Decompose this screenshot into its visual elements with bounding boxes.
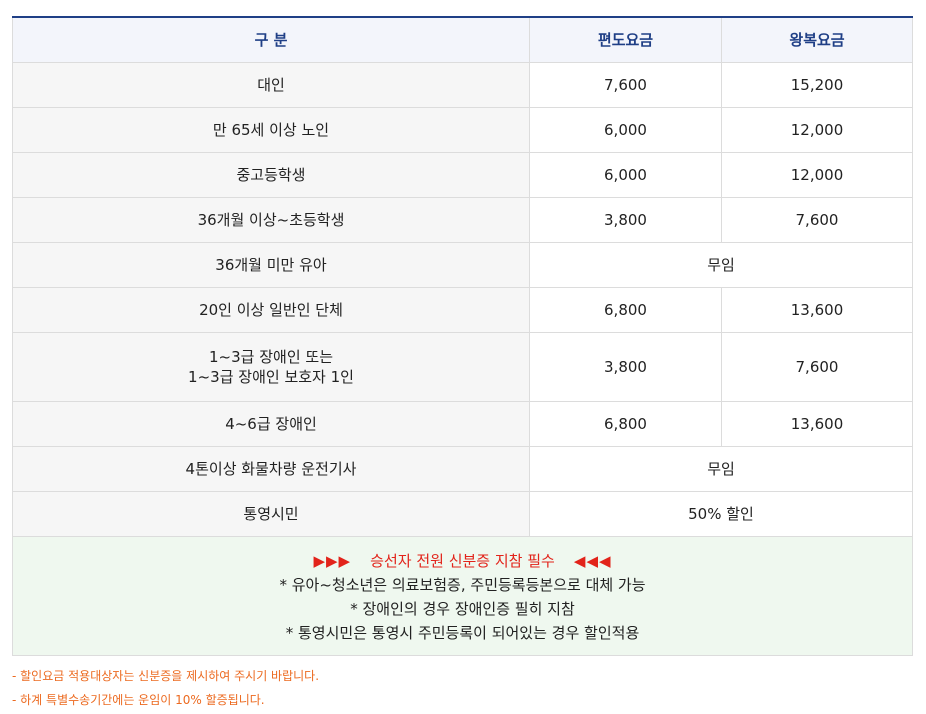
row-label: 대인: [12, 61, 530, 108]
row-label: 4~6급 장애인: [12, 400, 530, 447]
footnote-1: - 할인요금 적용대상자는 신분증을 제시하여 주시기 바랍니다.: [12, 669, 320, 683]
header-category: 구 분: [12, 16, 530, 63]
table-row: 36개월 미만 유아 무임: [12, 241, 913, 288]
table-row: 통영시민 50% 할인: [12, 490, 913, 537]
table-row: 4~6급 장애인 6,800 13,600: [12, 400, 913, 447]
notice-line-1: * 유아~청소년은 의료보험증, 주민등록등본으로 대체 가능: [279, 575, 646, 594]
row-label: 4톤이상 화물차량 운전기사: [12, 445, 530, 492]
left-arrows-icon: ◀◀◀: [573, 551, 612, 570]
table-row: 4톤이상 화물차량 운전기사 무임: [12, 445, 913, 492]
header-round-trip: 왕복요금: [721, 16, 913, 63]
merged-fare: 무임: [529, 445, 913, 492]
header-one-way: 편도요금: [529, 16, 722, 63]
row-label-line2: 1~3급 장애인 보호자 1인: [188, 367, 354, 386]
one-way-fare: 6,000: [529, 106, 722, 153]
row-label: 36개월 이상~초등학생: [12, 196, 530, 243]
round-trip-fare: 15,200: [721, 61, 913, 108]
merged-fare: 50% 할인: [529, 490, 913, 537]
row-label: 만 65세 이상 노인: [12, 106, 530, 153]
notice-row: ▶▶▶ 승선자 전원 신분증 지참 필수 ◀◀◀ * 유아~청소년은 의료보험증…: [12, 535, 913, 656]
one-way-fare: 7,600: [529, 61, 722, 108]
right-arrows-icon: ▶▶▶: [313, 551, 352, 570]
notice-line-2: * 장애인의 경우 장애인증 필히 지참: [350, 599, 575, 618]
row-label: 통영시민: [12, 490, 530, 537]
notice-headline: 승선자 전원 신분증 지참 필수: [370, 551, 555, 570]
row-label: 중고등학생: [12, 151, 530, 198]
footnotes: - 할인요금 적용대상자는 신분증을 제시하여 주시기 바랍니다. - 하계 특…: [12, 664, 319, 712]
footnote-2: - 하계 특별수송기간에는 운임이 10% 할증됩니다.: [12, 693, 265, 707]
round-trip-fare: 12,000: [721, 151, 913, 198]
one-way-fare: 6,800: [529, 400, 722, 447]
row-label: 20인 이상 일반인 단체: [12, 286, 530, 333]
round-trip-fare: 7,600: [721, 196, 913, 243]
round-trip-fare: 12,000: [721, 106, 913, 153]
table-row: 20인 이상 일반인 단체 6,800 13,600: [12, 286, 913, 333]
table-row: 중고등학생 6,000 12,000: [12, 151, 913, 198]
table-row: 대인 7,600 15,200: [12, 61, 913, 108]
round-trip-fare: 13,600: [721, 286, 913, 333]
row-label-line1: 1~3급 장애인 또는: [209, 347, 333, 366]
notice-headline-line: ▶▶▶ 승선자 전원 신분증 지참 필수 ◀◀◀: [13, 549, 912, 573]
row-label: 36개월 미만 유아: [12, 241, 530, 288]
fare-table: 구 분 편도요금 왕복요금 대인 7,600 15,200 만 65세 이상 노…: [12, 16, 913, 656]
table-header-row: 구 분 편도요금 왕복요금: [12, 16, 913, 63]
one-way-fare: 3,800: [529, 331, 722, 402]
one-way-fare: 3,800: [529, 196, 722, 243]
round-trip-fare: 13,600: [721, 400, 913, 447]
table-row: 만 65세 이상 노인 6,000 12,000: [12, 106, 913, 153]
table-row: 1~3급 장애인 또는 1~3급 장애인 보호자 1인 3,800 7,600: [12, 331, 913, 402]
row-label: 1~3급 장애인 또는 1~3급 장애인 보호자 1인: [12, 331, 530, 402]
notice-line-3: * 통영시민은 통영시 주민등록이 되어있는 경우 할인적용: [285, 623, 640, 642]
table-row: 36개월 이상~초등학생 3,800 7,600: [12, 196, 913, 243]
notice-box: ▶▶▶ 승선자 전원 신분증 지참 필수 ◀◀◀ * 유아~청소년은 의료보험증…: [12, 535, 913, 656]
one-way-fare: 6,000: [529, 151, 722, 198]
merged-fare: 무임: [529, 241, 913, 288]
round-trip-fare: 7,600: [721, 331, 913, 402]
one-way-fare: 6,800: [529, 286, 722, 333]
